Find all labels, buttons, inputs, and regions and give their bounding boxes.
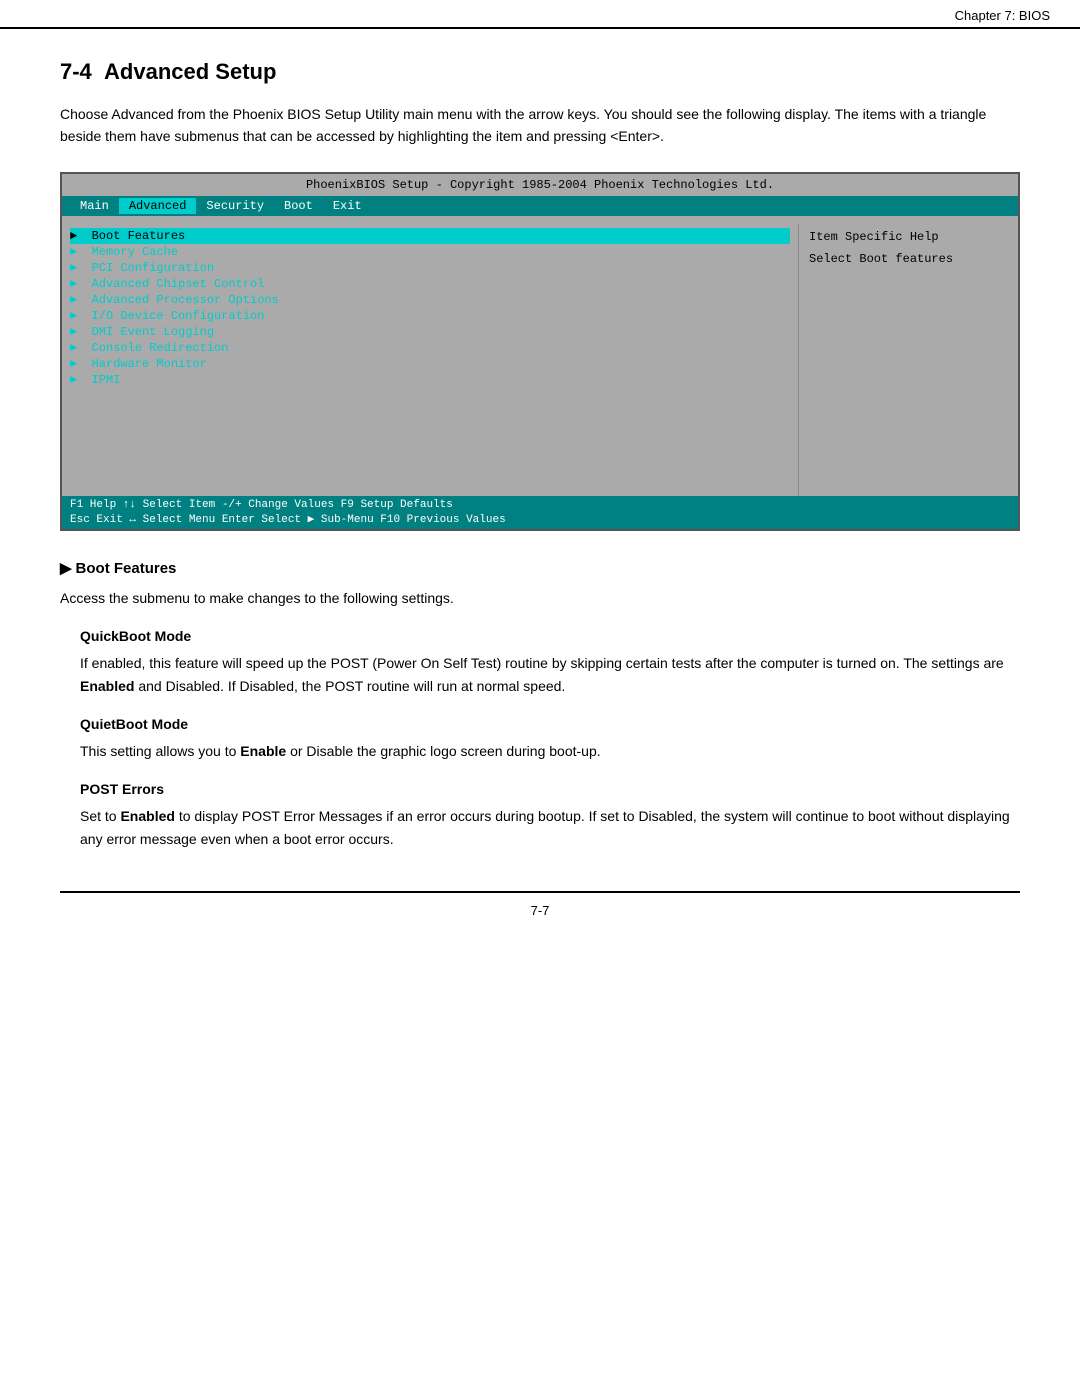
bios-menu-exit[interactable]: Exit (323, 198, 372, 214)
bios-help-panel: Item Specific Help Select Boot features (798, 224, 1018, 496)
bios-title-bar: PhoenixBIOS Setup - Copyright 1985-2004 … (62, 174, 1018, 196)
bios-footer-row2: Esc Exit ↔ Select Menu Enter Select ▶ Su… (70, 512, 1010, 526)
boot-features-intro: Access the submenu to make changes to th… (60, 587, 1020, 610)
bios-body: ► Boot Features ► Memory Cache ► PCI Con… (62, 216, 1018, 496)
bios-entry-advanced-chipset[interactable]: ► Advanced Chipset Control (70, 276, 790, 292)
page-number: 7-7 (531, 903, 550, 918)
bios-screen: PhoenixBIOS Setup - Copyright 1985-2004 … (60, 172, 1020, 531)
bios-menu-boot[interactable]: Boot (274, 198, 323, 214)
bios-menu-security[interactable]: Security (196, 198, 274, 214)
post-errors-text: Set to Enabled to display POST Error Mes… (80, 805, 1020, 851)
quietboot-text: This setting allows you to Enable or Dis… (80, 740, 1020, 763)
bios-entry-boot-features[interactable]: ► Boot Features (70, 228, 790, 244)
section-title: 7-4 Advanced Setup (60, 59, 1020, 85)
bios-help-title: Item Specific Help (809, 230, 1008, 244)
bios-help-text: Select Boot features (809, 252, 1008, 266)
chapter-label: Chapter 7: BIOS (0, 0, 1080, 29)
bios-entry-io-device[interactable]: ► I/O Device Configuration (70, 308, 790, 324)
bios-footer: F1 Help ↑↓ Select Item -/+ Change Values… (62, 496, 1018, 529)
quietboot-heading: QuietBoot Mode (80, 716, 1020, 732)
bios-entry-console[interactable]: ► Console Redirection (70, 340, 790, 356)
quickboot-heading: QuickBoot Mode (80, 628, 1020, 644)
boot-features-heading: Boot Features (60, 559, 1020, 577)
quickboot-text: If enabled, this feature will speed up t… (80, 652, 1020, 698)
bios-footer-row1: F1 Help ↑↓ Select Item -/+ Change Values… (70, 499, 1010, 511)
bios-menu-advanced[interactable]: Advanced (119, 198, 197, 214)
bios-entry-pci-config[interactable]: ► PCI Configuration (70, 260, 790, 276)
bios-entry-dmi[interactable]: ► DMI Event Logging (70, 324, 790, 340)
bios-entry-ipmi[interactable]: ► IPMI (70, 372, 790, 388)
bios-entry-hardware-monitor[interactable]: ► Hardware Monitor (70, 356, 790, 372)
bios-menu-main[interactable]: Main (70, 198, 119, 214)
bios-menu-bar: Main Advanced Security Boot Exit (62, 196, 1018, 216)
bios-entry-memory-cache[interactable]: ► Memory Cache (70, 244, 790, 260)
page-footer: 7-7 (60, 891, 1020, 918)
bios-entry-advanced-processor[interactable]: ► Advanced Processor Options (70, 292, 790, 308)
bios-menu-entries: ► Boot Features ► Memory Cache ► PCI Con… (62, 224, 798, 496)
post-errors-heading: POST Errors (80, 781, 1020, 797)
intro-text: Choose Advanced from the Phoenix BIOS Se… (60, 103, 1020, 148)
